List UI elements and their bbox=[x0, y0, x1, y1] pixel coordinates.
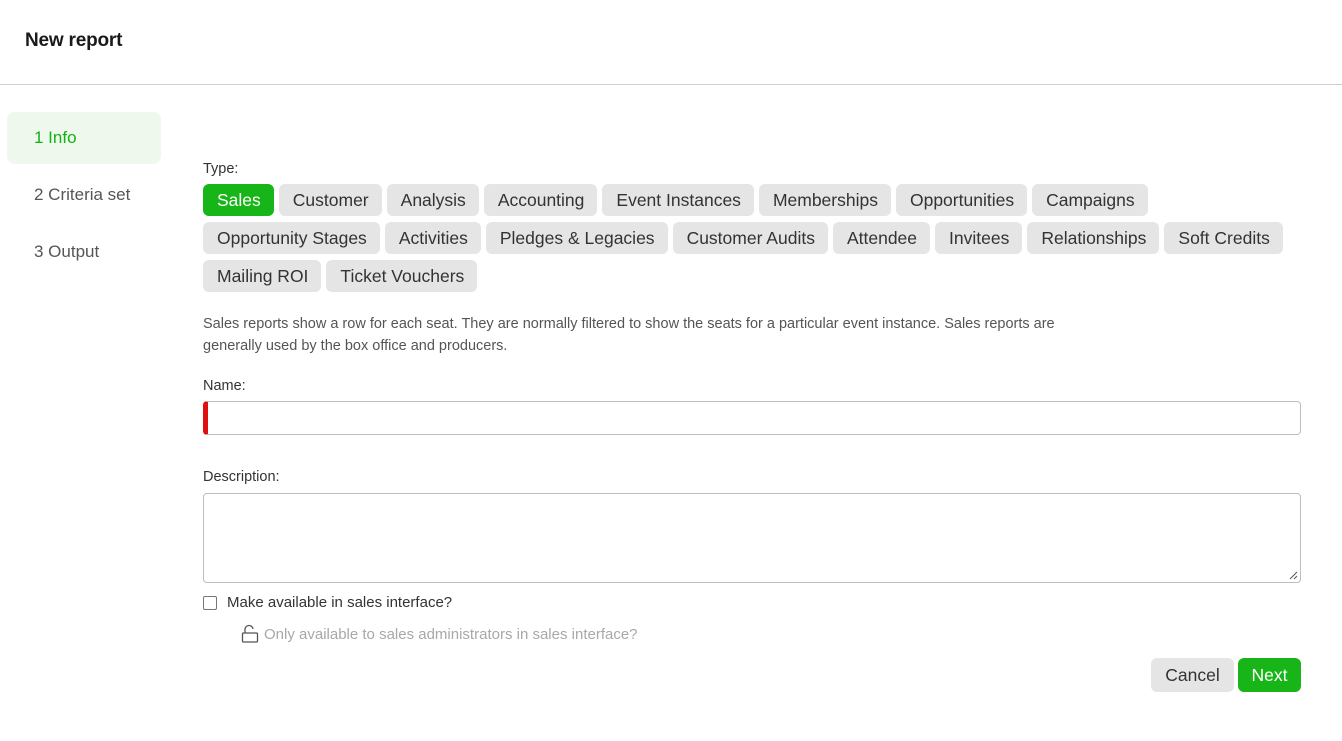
type-option-opportunities[interactable]: Opportunities bbox=[895, 184, 1028, 216]
dialog-header: New report bbox=[0, 0, 1342, 85]
type-option-ticket-vouchers[interactable]: Ticket Vouchers bbox=[326, 260, 478, 292]
admin-only-label: Only available to sales administrators i… bbox=[264, 625, 638, 643]
type-option-campaigns[interactable]: Campaigns bbox=[1032, 184, 1148, 216]
type-description: Sales reports show a row for each seat. … bbox=[203, 316, 1055, 354]
type-option-customer[interactable]: Customer bbox=[278, 184, 382, 216]
type-option-sales[interactable]: Sales bbox=[203, 184, 274, 216]
type-option-invitees[interactable]: Invitees bbox=[935, 222, 1023, 254]
step-output[interactable]: 3 Output bbox=[7, 226, 161, 278]
type-option-attendee[interactable]: Attendee bbox=[832, 222, 931, 254]
type-option-relationships[interactable]: Relationships bbox=[1027, 222, 1160, 254]
type-option-opportunity-stages[interactable]: Opportunity Stages bbox=[203, 222, 380, 254]
type-row: Mailing ROI Ticket Vouchers bbox=[203, 260, 1301, 292]
type-label: Type: bbox=[203, 161, 239, 177]
type-option-customer-audits[interactable]: Customer Audits bbox=[672, 222, 828, 254]
description-label: Description: bbox=[203, 469, 280, 485]
step-info[interactable]: 1 Info bbox=[7, 112, 161, 164]
resize-grip-icon[interactable] bbox=[1288, 570, 1298, 580]
unlock-icon bbox=[241, 624, 259, 643]
step-criteria-set[interactable]: 2 Criteria set bbox=[7, 169, 161, 221]
type-option-soft-credits[interactable]: Soft Credits bbox=[1164, 222, 1283, 254]
name-input[interactable] bbox=[203, 401, 1301, 435]
dialog-title: New report bbox=[25, 30, 123, 51]
type-option-mailing-roi[interactable]: Mailing ROI bbox=[203, 260, 322, 292]
type-option-memberships[interactable]: Memberships bbox=[758, 184, 891, 216]
type-selector: Sales Customer Analysis Accounting Event Ins… bbox=[203, 184, 1301, 298]
type-option-activities[interactable]: Activities bbox=[384, 222, 481, 254]
available-in-sales-label[interactable]: Make available in sales interface? bbox=[227, 594, 452, 611]
type-row: Sales Customer Analysis Accounting Event Ins… bbox=[203, 184, 1301, 216]
type-option-accounting[interactable]: Accounting bbox=[483, 184, 598, 216]
steps-nav: 1 Info 2 Criteria set 3 Output bbox=[7, 112, 161, 283]
name-label: Name: bbox=[203, 378, 246, 394]
description-textarea[interactable] bbox=[203, 493, 1301, 583]
cancel-button[interactable]: Cancel bbox=[1151, 658, 1234, 692]
type-option-analysis[interactable]: Analysis bbox=[386, 184, 479, 216]
next-button[interactable]: Next bbox=[1238, 658, 1301, 692]
type-option-event-instances[interactable]: Event Instances bbox=[602, 184, 754, 216]
available-in-sales-row: Make available in sales interface? bbox=[203, 594, 452, 611]
type-option-pledges-legacies[interactable]: Pledges & Legacies bbox=[485, 222, 668, 254]
type-row: Opportunity Stages Activities Pledges & Le… bbox=[203, 222, 1301, 254]
admin-only-row: Only available to sales administrators i… bbox=[240, 624, 638, 644]
available-in-sales-checkbox[interactable] bbox=[203, 595, 217, 610]
